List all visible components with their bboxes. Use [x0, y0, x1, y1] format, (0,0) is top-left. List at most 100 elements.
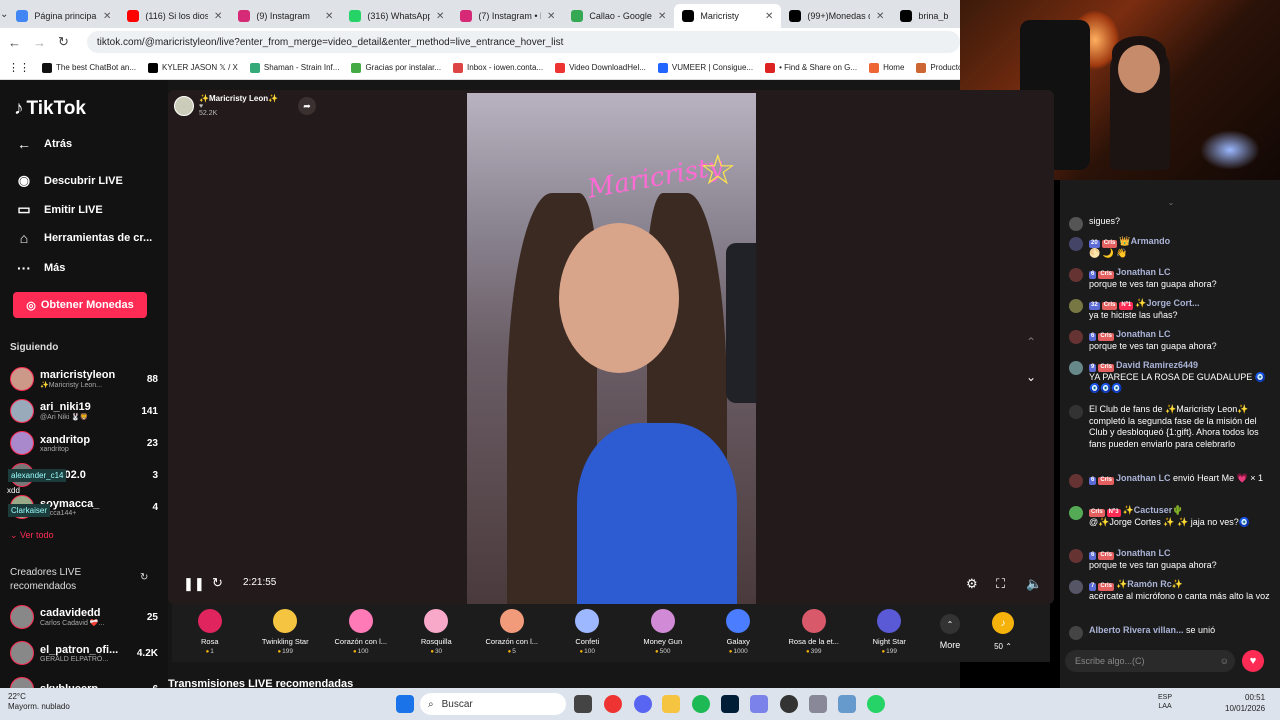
avatar[interactable]: [1069, 474, 1083, 488]
back-icon[interactable]: ←: [8, 35, 21, 50]
browser-tab[interactable]: (9) Instagram ✕: [230, 4, 341, 28]
bookmark-item[interactable]: KYLER JASON 𝕏 / X: [148, 62, 238, 73]
gift-item[interactable]: Corazón con l... 5: [474, 604, 550, 662]
nav-item[interactable]: ⌂ Herramientas de cr...: [14, 230, 152, 246]
refresh-stream-icon[interactable]: ↻: [212, 575, 223, 591]
recommended-item[interactable]: skyblueerp6: [10, 674, 158, 688]
heart-like-button[interactable]: ♥: [1242, 650, 1264, 672]
chat-username[interactable]: David Ramirez6449: [1116, 360, 1198, 370]
tiktok-logo[interactable]: ♪ TikTok: [14, 98, 86, 120]
chat-username[interactable]: Jonathan LC: [1116, 473, 1171, 483]
settings-icon[interactable]: ⚙: [966, 576, 978, 592]
chevron-down-icon[interactable]: ⌄: [1019, 365, 1043, 389]
forward-icon[interactable]: →: [33, 35, 46, 50]
teams-icon[interactable]: [750, 695, 768, 713]
close-icon[interactable]: ✕: [436, 11, 444, 22]
close-icon[interactable]: ✕: [547, 11, 555, 22]
gift-item[interactable]: Confeti 100: [550, 604, 626, 662]
url-input[interactable]: tiktok.com/@maricristyleon/live?enter_fr…: [86, 31, 960, 53]
task-view-icon[interactable]: [574, 695, 592, 713]
avatar[interactable]: [1069, 268, 1083, 282]
tab-search-icon[interactable]: ⌄: [0, 0, 8, 28]
get-coins-button[interactable]: ◎ Obtener Monedas: [13, 292, 147, 318]
windows-start-icon[interactable]: [396, 695, 414, 713]
chat-username[interactable]: ✨Ramón Rc✨: [1116, 579, 1183, 589]
following-item[interactable]: maricristyleon ✨Maricristy Leon... 88: [10, 364, 158, 394]
avatar[interactable]: [1069, 237, 1083, 251]
settings-app-icon[interactable]: [809, 695, 827, 713]
avatar[interactable]: [1069, 580, 1083, 594]
gift-item[interactable]: Night Star 199: [852, 604, 928, 662]
bookmark-item[interactable]: Gracias por instalar...: [351, 62, 441, 73]
avatar[interactable]: [1069, 330, 1083, 344]
fullscreen-icon[interactable]: ⛶: [996, 576, 1005, 592]
nav-item[interactable]: ◉ Descubrir LIVE: [14, 172, 123, 189]
chat-username[interactable]: ✨Jorge Cort...: [1135, 298, 1199, 308]
chat-username[interactable]: Jonathan LC: [1116, 267, 1171, 277]
avatar[interactable]: [1069, 361, 1083, 375]
gift-item[interactable]: Corazón con l... 100: [323, 604, 399, 662]
language-indicator[interactable]: ESP LAA: [1158, 693, 1172, 711]
chat-username[interactable]: Jonathan LC: [1116, 329, 1171, 339]
gift-item[interactable]: Galaxy 1000: [701, 604, 777, 662]
spotify-icon[interactable]: [692, 695, 710, 713]
emoji-icon[interactable]: ☺: [1220, 656, 1229, 666]
bookmark-item[interactable]: Producto: Co: [916, 62, 960, 73]
premiere-icon[interactable]: [721, 695, 739, 713]
avatar[interactable]: [1069, 506, 1083, 520]
taskbar-search[interactable]: ⌕ Buscar: [420, 693, 566, 715]
gift-item[interactable]: Money Gun 500: [625, 604, 701, 662]
avatar[interactable]: [1069, 217, 1083, 231]
snipping-tool-icon[interactable]: [838, 695, 856, 713]
reload-icon[interactable]: ↻: [58, 34, 69, 50]
close-icon[interactable]: ✕: [214, 11, 222, 22]
browser-tab[interactable]: Callao - Google M ✕: [563, 4, 674, 28]
coin-balance-button[interactable]: ♪ 50 ⌃: [973, 604, 1033, 662]
nav-item[interactable]: ▭ Emitir LIVE: [14, 201, 102, 218]
obs-icon[interactable]: [780, 695, 798, 713]
recommended-item[interactable]: cadavidedd Carlos Cadavid ❤️‍🩹... 25: [10, 602, 158, 632]
bookmark-item[interactable]: The best ChatBot an...: [42, 62, 136, 73]
chrome-icon[interactable]: [604, 695, 622, 713]
browser-tab[interactable]: (7) Instagram • M ✕: [452, 4, 563, 28]
gift-item[interactable]: Twinkling Star 199: [248, 604, 324, 662]
chat-username[interactable]: 👑Armando: [1119, 236, 1170, 246]
pause-icon[interactable]: ❚❚: [183, 576, 205, 592]
more-gifts-button[interactable]: ⌃ More: [927, 604, 973, 662]
browser-tab[interactable]: Maricristy ✕: [674, 4, 782, 28]
gift-item[interactable]: Rosquilla 30: [399, 604, 475, 662]
volume-icon[interactable]: 🔈: [1026, 576, 1042, 592]
nav-item[interactable]: ··· Más: [14, 260, 65, 276]
weather-widget[interactable]: 22°C Mayorm. nublado: [8, 692, 70, 713]
browser-tab[interactable]: (116) Si los dioses ✕: [119, 4, 230, 28]
host-info[interactable]: ✨Maricristy Leon✨ ♥ 52.2K: [174, 94, 278, 117]
close-icon[interactable]: ✕: [325, 11, 333, 22]
browser-tab[interactable]: Página principal ✕: [8, 4, 119, 28]
following-item[interactable]: xandritop xandritop 23: [10, 428, 158, 458]
scroll-more-icon[interactable]: ⌄: [1069, 198, 1273, 207]
bookmark-item[interactable]: Inbox - iowen.conta...: [453, 62, 543, 73]
bookmark-item[interactable]: • Find & Share on G...: [765, 62, 857, 73]
apps-icon[interactable]: ⋮⋮: [8, 61, 30, 74]
chat-username[interactable]: Alberto Rivera villan...: [1089, 625, 1184, 635]
close-icon[interactable]: ✕: [658, 11, 666, 22]
bookmark-item[interactable]: Shaman - Strain Inf...: [249, 62, 339, 73]
whatsapp-icon[interactable]: [867, 695, 885, 713]
chevron-up-icon[interactable]: ⌃: [1019, 330, 1043, 354]
bookmark-item[interactable]: Video DownloadHel...: [555, 62, 646, 73]
clock[interactable]: 00:51 10/01/2026: [1225, 693, 1265, 715]
gift-item[interactable]: Rosa de la et... 399: [776, 604, 852, 662]
chat-username[interactable]: Jonathan LC: [1116, 548, 1171, 558]
live-video[interactable]: Maricristy ☆: [467, 93, 756, 604]
see-all-link[interactable]: ⌄ Ver todo: [10, 530, 54, 541]
avatar[interactable]: [1069, 626, 1083, 640]
bookmark-item[interactable]: Home: [869, 62, 904, 73]
avatar[interactable]: [1069, 405, 1083, 419]
recommended-item[interactable]: el_patron_ofi... GERALD ELPATRÓ... 4.2K: [10, 638, 158, 668]
file-explorer-icon[interactable]: [662, 695, 680, 713]
browser-tab[interactable]: (316) WhatsApp ✕: [341, 4, 452, 28]
host-avatar[interactable]: [174, 95, 194, 116]
refresh-icon[interactable]: ↻: [140, 572, 148, 583]
close-icon[interactable]: ✕: [765, 11, 773, 22]
nav-item[interactable]: ← Atrás: [14, 136, 72, 152]
